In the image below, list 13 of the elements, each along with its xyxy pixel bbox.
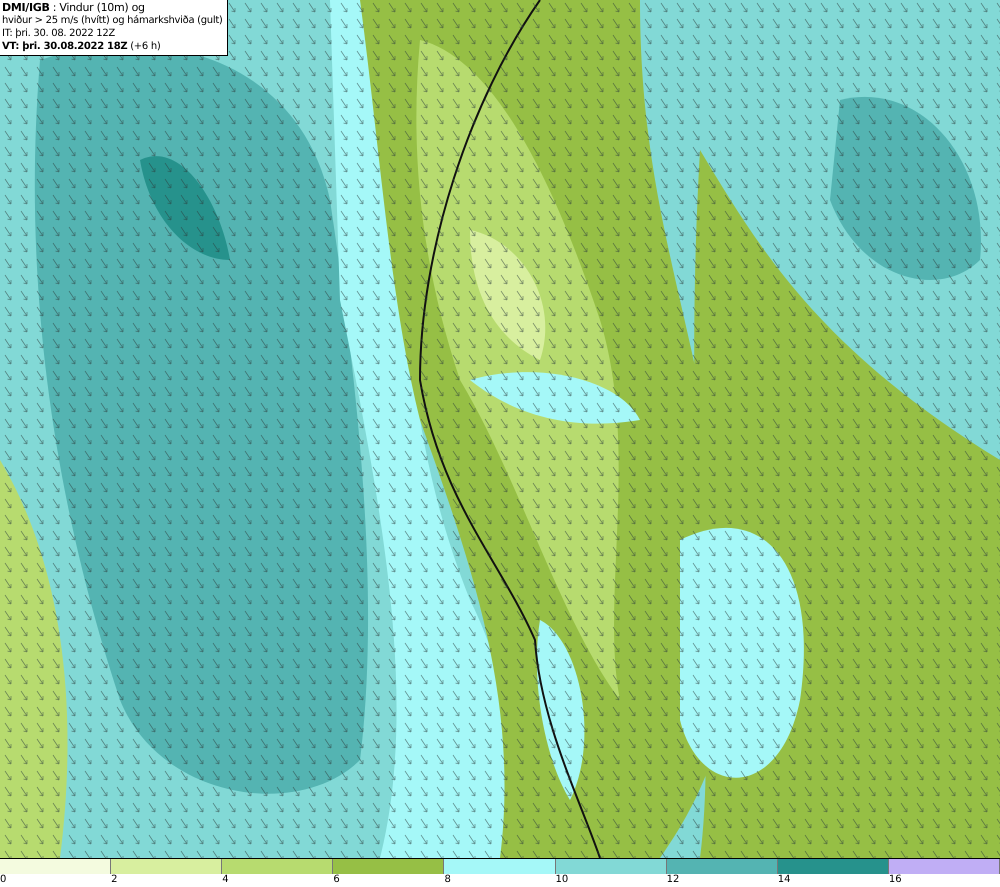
legend-tick-label: 0 xyxy=(0,874,6,885)
legend-tick-label: 2 xyxy=(111,874,118,885)
title-line: VT: þri. 30.08.2022 18Z (+6 h) xyxy=(2,40,162,53)
title-line: IT: þri. 30. 08. 2022 12Z xyxy=(2,27,116,40)
title-line: DMI/IGB : Vindur (10m) og xyxy=(2,1,146,14)
legend-tick-label: 4 xyxy=(222,874,229,885)
legend-tick-label: 12 xyxy=(666,874,680,885)
legend-tick-label: 10 xyxy=(556,874,568,885)
legend-tick-label: 8 xyxy=(444,874,451,885)
legend-tick-label: 14 xyxy=(778,874,790,885)
title-line: hviður > 25 m/s (hvítt) og hámarkshviða (gult) xyxy=(2,14,224,27)
legend-tick-label: 6 xyxy=(333,874,340,885)
legend-tick-label: 16 xyxy=(888,874,902,885)
